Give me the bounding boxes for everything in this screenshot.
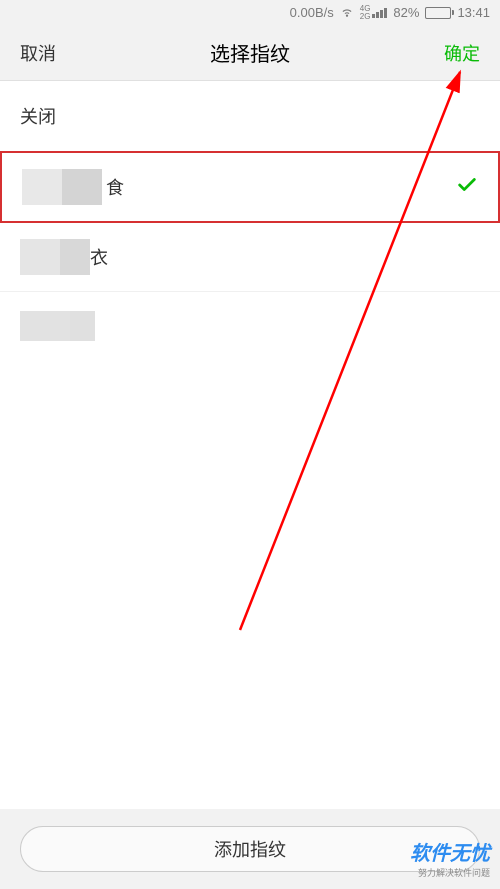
content-area: 关闭 食 衣: [0, 81, 500, 360]
fingerprint-item-1[interactable]: 食: [0, 151, 500, 223]
cancel-button[interactable]: 取消: [20, 40, 56, 66]
censored-label: [22, 169, 102, 205]
censored-label: [20, 311, 95, 341]
fingerprint-item-3[interactable]: [0, 292, 500, 360]
checkmark-icon: [456, 174, 478, 201]
page-title: 选择指纹: [210, 38, 290, 67]
network-icon: 4G2G: [360, 5, 388, 21]
battery-icon: [425, 7, 451, 19]
nav-bar: 取消 选择指纹 确定: [0, 25, 500, 81]
watermark-title: 软件无忧: [410, 837, 490, 866]
watermark: 软件无忧 努力解决软件问题: [410, 837, 490, 879]
status-time: 13:41: [457, 5, 490, 20]
data-rate: 0.00B/s: [290, 5, 334, 20]
confirm-button[interactable]: 确定: [444, 40, 480, 66]
close-option[interactable]: 关闭: [0, 81, 500, 151]
status-bar: 0.00B/s 4G2G 82% 13:41: [0, 0, 500, 25]
wifi-icon: [340, 4, 354, 21]
item-suffix: 食: [106, 174, 124, 200]
item-suffix: 衣: [90, 244, 108, 270]
censored-label: [20, 239, 90, 275]
battery-percent: 82%: [393, 5, 419, 20]
watermark-subtitle: 努力解决软件问题: [410, 866, 490, 879]
fingerprint-item-2[interactable]: 衣: [0, 223, 500, 292]
